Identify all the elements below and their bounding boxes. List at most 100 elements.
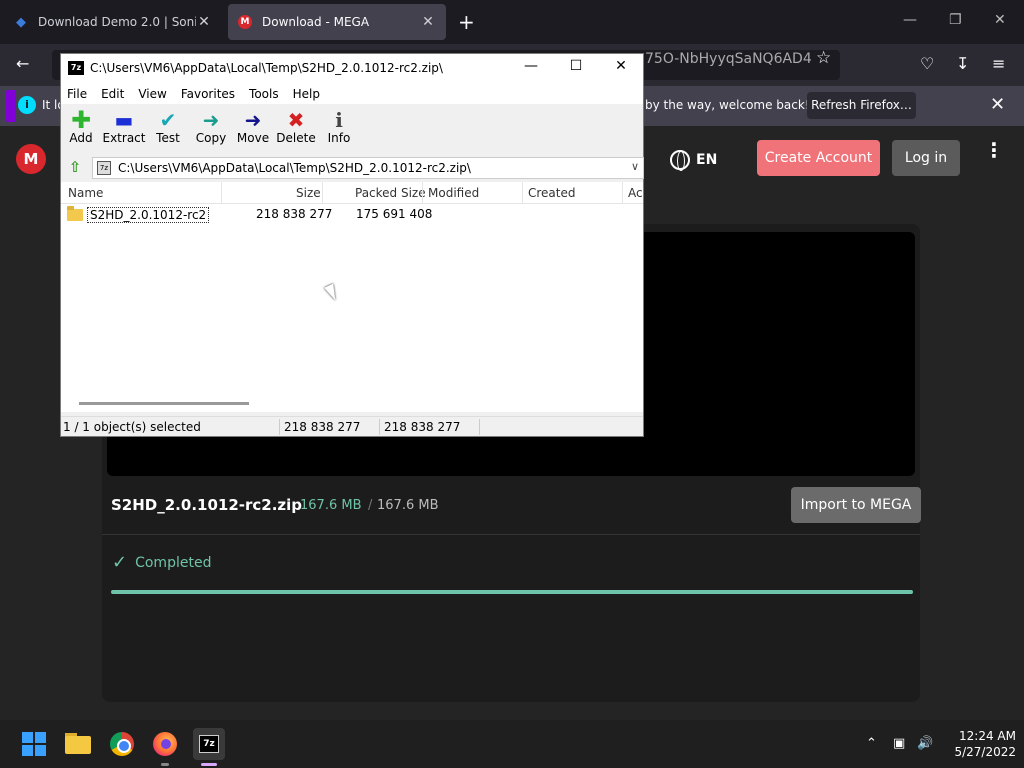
add-button[interactable]: ✚ Add — [59, 106, 103, 145]
windows-logo-icon — [22, 732, 33, 743]
table-row[interactable]: S2HD_2.0.1012-rc2 218 838 277 175 691 40… — [61, 204, 643, 226]
column-accessed[interactable]: Ac — [628, 186, 643, 200]
size-separator: / — [368, 498, 373, 513]
info-icon: i — [18, 96, 36, 114]
column-size[interactable]: Size — [296, 186, 321, 200]
info-button[interactable]: i Info — [317, 109, 361, 145]
menu-edit[interactable]: Edit — [101, 87, 124, 101]
window-title: C:\Users\VM6\AppData\Local\Temp\S2HD_2.0… — [90, 61, 443, 75]
file-name: S2HD_2.0.1012-rc2.zip — [111, 496, 303, 514]
start-button[interactable] — [18, 728, 50, 760]
tab-title: Download - MEGA — [262, 15, 370, 29]
file-explorer-icon[interactable] — [62, 728, 94, 760]
extract-label: Extract — [102, 131, 146, 145]
archive-icon: 7z — [97, 161, 111, 175]
x-icon: ✖ — [287, 108, 305, 132]
row-packed-size: 175 691 408 — [356, 207, 433, 221]
downloads-icon[interactable]: ↧ — [956, 54, 969, 73]
firefox-icon[interactable] — [149, 728, 181, 766]
more-options-icon[interactable]: ⋮ — [984, 140, 1004, 160]
extract-button[interactable]: ▬ Extract — [102, 109, 146, 145]
active-indicator — [201, 763, 217, 766]
close-icon[interactable]: ✕ — [611, 58, 631, 74]
downloaded-size: 167.6 MB — [300, 498, 362, 513]
menu-file[interactable]: File — [67, 87, 87, 101]
refresh-firefox-button[interactable]: Refresh Firefox… — [807, 92, 916, 119]
clock-time: 12:24 AM — [959, 729, 1016, 743]
close-window-icon[interactable]: ✕ — [994, 12, 1006, 28]
tab-strip: ◆ Download Demo 2.0 | Sonic 2 H ✕ M Down… — [0, 0, 1024, 44]
menu-view[interactable]: View — [138, 87, 166, 101]
volume-icon[interactable]: 🔊 — [917, 736, 933, 751]
chevron-up-icon[interactable]: ⌃ — [866, 736, 877, 751]
7zip-toolbar: ✚ Add ▬ Extract ✔ Test ➜ Copy ➜ Move ✖ D… — [61, 105, 643, 153]
language-selector[interactable]: EN — [670, 150, 718, 171]
column-modified[interactable]: Modified — [428, 186, 479, 200]
network-icon[interactable]: ▣ — [893, 736, 905, 751]
notification-accent — [6, 90, 16, 122]
sonic-favicon-icon: ◆ — [16, 14, 26, 30]
url-text: 75O-NbHyyqSaNQ6AD4 — [645, 51, 812, 67]
back-icon[interactable]: ← — [16, 54, 29, 73]
7zip-app-icon: 7z — [199, 735, 219, 753]
selection-size: 218 838 277 — [284, 420, 361, 434]
chevron-down-icon[interactable]: ∨ — [631, 160, 639, 173]
status-divider — [379, 419, 380, 435]
tab-mega-download[interactable]: M Download - MEGA ✕ — [228, 4, 446, 40]
column-created[interactable]: Created — [528, 186, 576, 200]
chrome-icon[interactable] — [106, 728, 138, 760]
mega-logo[interactable]: M — [16, 144, 46, 174]
restore-icon[interactable]: ❐ — [949, 12, 962, 28]
arrow-right-icon: ➜ — [202, 108, 220, 132]
copy-label: Copy — [195, 131, 227, 145]
list-header: Name Size Packed Size Modified Created A… — [61, 182, 643, 204]
7zip-title-bar[interactable]: 7z C:\Users\VM6\AppData\Local\Temp\S2HD_… — [61, 54, 643, 84]
test-button[interactable]: ✔ Test — [146, 109, 190, 145]
7zip-menu-bar: File Edit View Favorites Tools Help — [61, 84, 643, 104]
7zip-status-bar: 1 / 1 object(s) selected 218 838 277 218… — [61, 416, 643, 436]
create-account-button[interactable]: Create Account — [757, 140, 880, 176]
7zip-taskbar-icon[interactable]: 7z — [193, 728, 225, 766]
selection-status: 1 / 1 object(s) selected — [63, 420, 201, 434]
menu-help[interactable]: Help — [293, 87, 320, 101]
status-divider — [279, 419, 280, 435]
column-name[interactable]: Name — [68, 186, 103, 200]
bookmark-star-icon[interactable]: ☆ — [816, 48, 831, 68]
info-icon: i — [335, 108, 343, 132]
close-tab-icon[interactable]: ✕ — [196, 14, 212, 30]
up-folder-icon[interactable]: ⇧ — [65, 158, 85, 178]
total-size: 167.6 MB — [377, 498, 439, 513]
notification-text-end: by the way, welcome back! — [645, 98, 810, 112]
delete-button[interactable]: ✖ Delete — [274, 109, 318, 145]
new-tab-button[interactable]: + — [458, 10, 475, 34]
column-divider — [322, 182, 323, 204]
tab-sonic-download[interactable]: ◆ Download Demo 2.0 | Sonic 2 H ✕ — [4, 4, 222, 40]
menu-favorites[interactable]: Favorites — [181, 87, 235, 101]
move-button[interactable]: ➜ Move — [231, 109, 275, 145]
progress-bar — [111, 590, 913, 594]
import-to-mega-button[interactable]: Import to MEGA — [791, 487, 921, 523]
selection-packed-size: 218 838 277 — [384, 420, 461, 434]
minimize-icon[interactable]: — — [521, 58, 541, 74]
close-tab-icon[interactable]: ✕ — [420, 14, 436, 30]
file-list: Name Size Packed Size Modified Created A… — [61, 182, 643, 412]
maximize-icon[interactable]: ☐ — [566, 58, 586, 74]
horizontal-scrollbar[interactable] — [79, 402, 249, 405]
address-row: ⇧ 7z C:\Users\VM6\AppData\Local\Temp\S2H… — [61, 155, 644, 181]
plus-icon: ✚ — [70, 106, 92, 134]
pocket-icon[interactable]: ♡ — [920, 54, 934, 73]
menu-icon[interactable]: ≡ — [992, 54, 1005, 73]
login-button[interactable]: Log in — [892, 140, 960, 176]
row-name-cell: S2HD_2.0.1012-rc2 — [67, 206, 210, 223]
status-divider — [479, 419, 480, 435]
column-packed-size[interactable]: Packed Size — [355, 186, 426, 200]
minimize-icon[interactable]: — — [903, 12, 917, 28]
close-notification-icon[interactable]: ✕ — [990, 94, 1005, 115]
system-clock[interactable]: 12:24 AM 5/27/2022 — [940, 728, 1016, 760]
address-input[interactable]: 7z C:\Users\VM6\AppData\Local\Temp\S2HD_… — [92, 157, 644, 179]
copy-button[interactable]: ➜ Copy — [189, 109, 233, 145]
divider — [102, 534, 920, 535]
minus-icon: ▬ — [114, 108, 134, 132]
menu-tools[interactable]: Tools — [249, 87, 279, 101]
language-code: EN — [696, 152, 718, 168]
